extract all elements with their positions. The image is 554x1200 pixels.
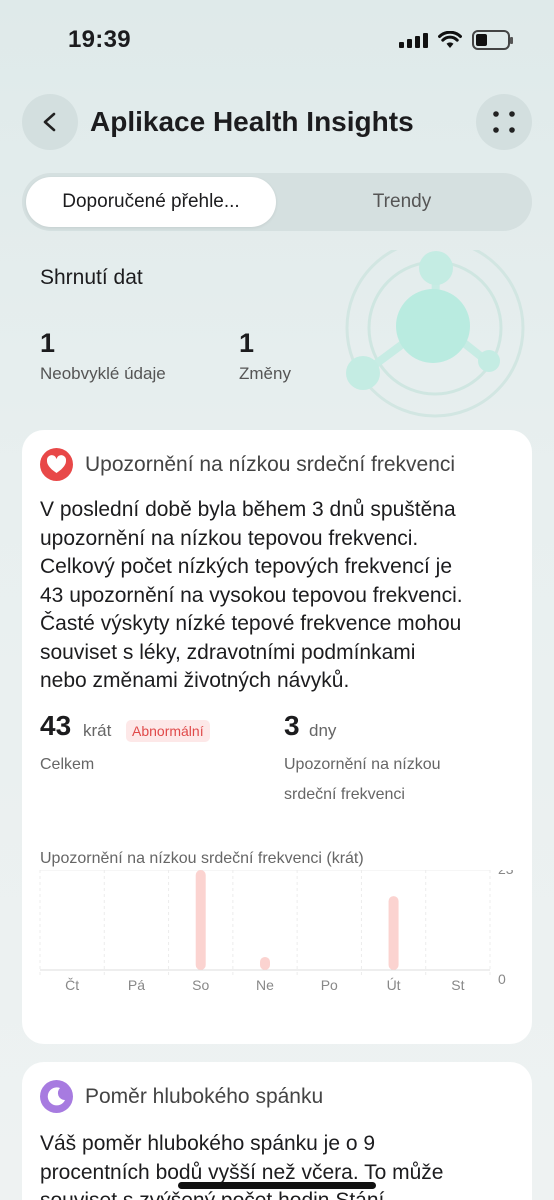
status-time: 19:39 <box>68 26 131 53</box>
status-bar: 19:39 <box>0 0 554 84</box>
chevron-left-icon <box>43 112 56 132</box>
unusual-data-count: 1 <box>40 328 56 358</box>
card-description: Váš poměr hlubokého spánku je o 9 procen… <box>40 1130 520 1200</box>
card-header: z Poměr hlubokého spánku <box>40 1080 323 1113</box>
description-line: 43 upozornění na vysokou tepovou frekven… <box>40 583 463 607</box>
card-description: V poslední době byla během 3 dnů spuštěn… <box>40 496 520 696</box>
health-molecule-illustration <box>345 250 525 418</box>
description-line: Časté výskyty nízké tepové frekvence moh… <box>40 612 462 635</box>
total-unit: krát <box>83 721 112 740</box>
chart-bar[interactable] <box>195 870 206 970</box>
card-title: Poměr hlubokého spánku <box>85 1084 324 1108</box>
tab-trends[interactable]: Trendy <box>276 177 528 227</box>
back-button[interactable] <box>22 94 78 150</box>
wifi-icon <box>438 31 462 48</box>
days-label-line: Upozornění na nízkou <box>284 756 441 773</box>
heart-icon <box>40 448 73 481</box>
abnormal-badge: Abnormální <box>126 720 210 742</box>
changes-label: Změny <box>239 364 291 383</box>
changes-count: 1 <box>239 328 255 358</box>
y-tick-label: 0 <box>498 971 506 987</box>
description-line: nebo změnami životných návyků. <box>40 669 350 692</box>
cellular-signal-icon <box>399 32 428 48</box>
description-line: upozornění na nízkou tepovou frekvenci. <box>40 526 419 550</box>
chart-bar[interactable] <box>388 896 399 970</box>
total-count: 43 <box>40 710 72 741</box>
y-tick-label: 23 <box>498 870 514 877</box>
chart-title: Upozornění na nízkou srdeční frekvenci (… <box>40 850 364 867</box>
x-tick-label: Po <box>321 977 338 993</box>
grid-dots-icon <box>493 111 515 133</box>
status-icons <box>399 30 513 50</box>
days-unit: dny <box>309 721 337 740</box>
description-line: Váš poměr hlubokého spánku je o 9 <box>40 1132 376 1155</box>
tab-bar: Doporučené přehle... Trendy <box>22 173 532 231</box>
x-tick-label: So <box>192 977 209 993</box>
battery-icon <box>472 30 513 50</box>
page-title: Aplikace Health Insights <box>90 106 414 137</box>
description-line: V poslední době byla během 3 dnů spuštěn… <box>40 498 456 521</box>
description-line: Celkový počet nízkých tepových frekvencí… <box>40 555 453 578</box>
unusual-data-label: Neobvyklé údaje <box>40 364 166 383</box>
chart-bar[interactable] <box>260 956 270 970</box>
home-indicator[interactable] <box>178 1182 376 1189</box>
x-tick-label: St <box>451 977 464 993</box>
description-line: souviset s léky, zdravotními podmínkami <box>40 640 416 664</box>
deep-sleep-card[interactable]: z Poměr hlubokého spánku Váš poměr hlubo… <box>22 1062 532 1200</box>
data-summary: Shrnutí dat 1 Neobvyklé údaje 1 Změny <box>0 250 554 420</box>
low-heart-rate-card[interactable]: Upozornění na nízkou srdeční frekvenci V… <box>22 430 532 1044</box>
days-count: 3 <box>284 710 300 741</box>
app-header: Aplikace Health Insights <box>0 94 554 152</box>
days-label-line: srdeční frekvenci <box>284 786 405 803</box>
tab-recommended[interactable]: Doporučené přehle... <box>26 177 276 227</box>
x-tick-label: Čt <box>65 977 79 993</box>
svg-text:z: z <box>51 1088 55 1096</box>
heart-rate-bar-chart: Čt Pá So Ne Po Út St 23 0 <box>39 870 514 993</box>
card-title: Upozornění na nízkou srdeční frekvenci <box>85 452 456 476</box>
total-label: Celkem <box>40 756 95 773</box>
moon-sleep-icon: z <box>40 1080 73 1113</box>
days-label: Upozornění na nízkou srdeční frekvenci <box>284 750 441 810</box>
x-tick-label: Ne <box>256 977 274 993</box>
more-button[interactable] <box>476 94 532 150</box>
card-header: Upozornění na nízkou srdeční frekvenci <box>40 448 455 481</box>
x-tick-label: Út <box>387 977 401 993</box>
x-tick-label: Pá <box>128 977 145 993</box>
summary-title: Shrnutí dat <box>40 266 143 289</box>
